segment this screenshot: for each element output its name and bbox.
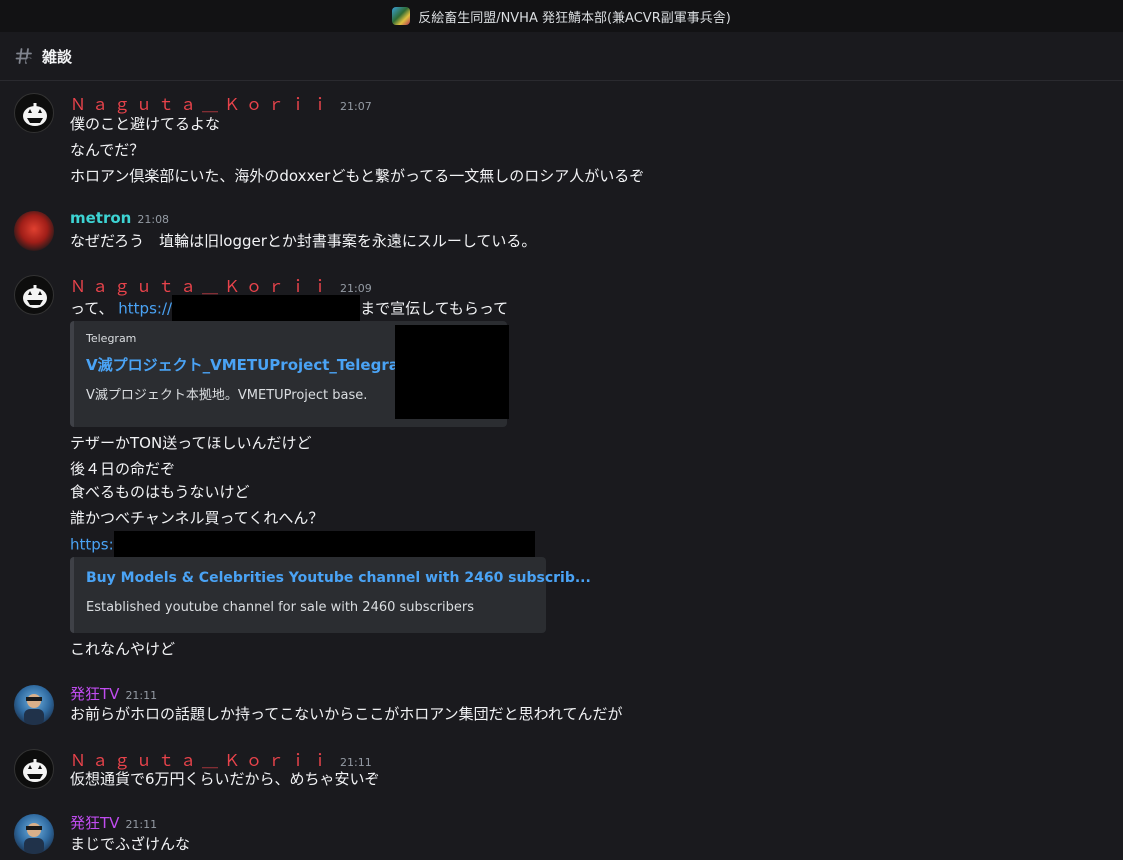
channel-name: 雑談 xyxy=(42,47,73,66)
username[interactable]: 発狂TV xyxy=(70,812,119,833)
timestamp[interactable]: 21:11 xyxy=(125,818,157,831)
username[interactable]: Ｎａｇｕｔａ＿Ｋｏｒｉｉ xyxy=(70,273,334,297)
embed-title[interactable]: V滅プロジェクト_VMETUProject_Telegram xyxy=(86,354,415,375)
person-icon xyxy=(24,694,44,725)
avatar[interactable] xyxy=(14,275,54,315)
message-link[interactable]: https: xyxy=(70,536,114,554)
timestamp[interactable]: 21:07 xyxy=(340,100,372,113)
timestamp[interactable]: 21:08 xyxy=(137,213,169,226)
message-header: 発狂TV 21:11 xyxy=(70,683,157,704)
message-text: なんでだ？ xyxy=(70,141,145,159)
embed-provider[interactable]: Telegram xyxy=(86,332,136,345)
message-header: 発狂TV 21:11 xyxy=(70,812,157,833)
redaction-box xyxy=(113,531,535,559)
redaction-box xyxy=(172,295,361,323)
pumpkin-icon xyxy=(23,759,47,782)
username[interactable]: 発狂TV xyxy=(70,683,119,704)
embed-title[interactable]: Buy Models & Celebrities Youtube channel… xyxy=(86,570,591,586)
message-text: まじでふざけんな xyxy=(70,835,191,853)
message-header: Ｎａｇｕｔａ＿Ｋｏｒｉｉ 21:07 xyxy=(70,91,372,115)
avatar[interactable] xyxy=(14,685,54,725)
embed-description: V滅プロジェクト本拠地。VMETUProject base. xyxy=(86,388,368,403)
message-text: お前らがホロの話題しか持ってこないからここがホロアン集団だと思われてんだが xyxy=(70,705,623,723)
message-text: 仮想通貨で6万円くらいだから、めちゃ安いぞ xyxy=(70,770,380,788)
avatar[interactable] xyxy=(14,93,54,133)
timestamp[interactable]: 21:11 xyxy=(125,689,157,702)
message-text: なぜだろう 埴輪は旧loggerとか封書事案を永遠にスルーしている。 xyxy=(70,232,537,250)
hash-icon xyxy=(15,48,32,64)
pumpkin-icon xyxy=(23,103,47,126)
link-embed-youtube[interactable]: Buy Models & Celebrities Youtube channel… xyxy=(70,557,591,633)
message-text-prefix: って、 xyxy=(70,299,119,318)
server-icon xyxy=(392,7,411,25)
avatar[interactable] xyxy=(14,749,54,789)
window-titlebar: 反絵畜生同盟/NVHA 発狂鯖本部(兼ACVR副軍事兵舎) xyxy=(0,0,1123,32)
window-title: 反絵畜生同盟/NVHA 発狂鯖本部(兼ACVR副軍事兵舎) xyxy=(418,10,731,26)
message-text: 僕のこと避けてるよな xyxy=(70,115,221,133)
message-header: Ｎａｇｕｔａ＿Ｋｏｒｉｉ 21:09 xyxy=(70,273,372,297)
message-link[interactable]: https:// xyxy=(118,300,172,318)
message-text-suffix: まで宣伝してもらって xyxy=(360,299,509,318)
message-text: って、 https:// まで宣伝してもらって xyxy=(70,295,508,323)
timestamp[interactable]: 21:09 xyxy=(340,282,372,295)
embed-description: Established youtube channel for sale wit… xyxy=(86,600,475,615)
avatar[interactable] xyxy=(14,211,54,251)
message-text: これなんやけど xyxy=(70,640,176,658)
message-text: 誰かつべチャンネル買ってくれへん？ xyxy=(70,509,324,527)
person-icon xyxy=(24,823,44,854)
channel-header: 雑談 xyxy=(0,32,1123,81)
embed-thumbnail[interactable] xyxy=(395,325,509,419)
message-text: テザーかTON送ってほしいんだけど xyxy=(70,434,312,452)
link-embed-telegram[interactable]: Telegram V滅プロジェクト_VMETUProject_Telegram … xyxy=(70,321,509,427)
message-header: metron 21:08 xyxy=(70,209,169,227)
message-text: 後４日の命だぞ xyxy=(70,460,176,478)
username[interactable]: Ｎａｇｕｔａ＿Ｋｏｒｉｉ xyxy=(70,91,334,115)
pumpkin-icon xyxy=(23,285,47,308)
message-text: https: xyxy=(70,531,535,559)
username[interactable]: metron xyxy=(70,209,131,227)
message-text: 食べるものはもうないけど xyxy=(70,483,250,501)
message-text: ホロアン倶楽部にいた、海外のdoxxerどもと繋がってる一文無しのロシア人がいる… xyxy=(70,167,645,185)
avatar[interactable] xyxy=(14,814,54,854)
